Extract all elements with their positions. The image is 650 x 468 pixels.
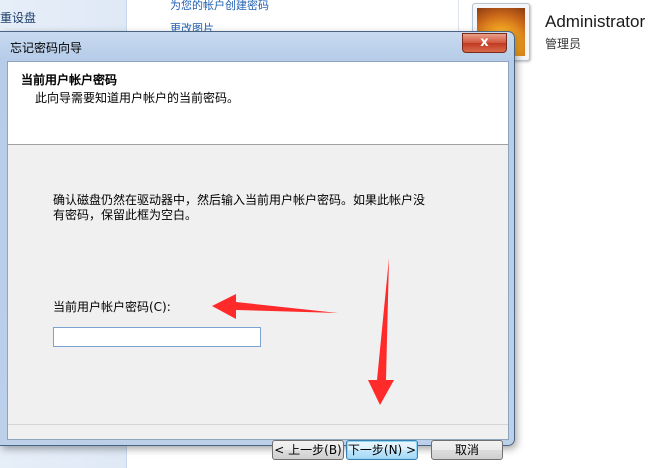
annotation-arrows (212, 258, 394, 405)
arrow-to-password-field-icon (212, 294, 338, 319)
arrow-to-next-button-icon (368, 258, 394, 405)
